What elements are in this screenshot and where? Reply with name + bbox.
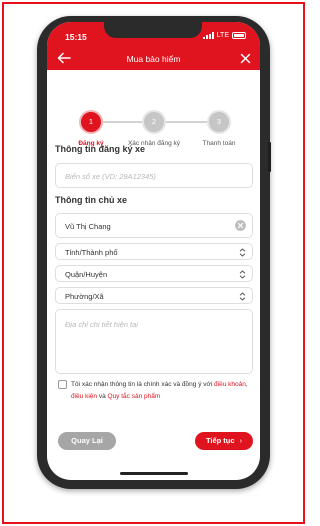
product-rules-link[interactable]: Quy tắc sản phẩm xyxy=(108,393,161,400)
consent-separator: , xyxy=(245,381,248,388)
page-title: Mua bảo hiểm xyxy=(126,54,181,64)
chevron-up-down-icon xyxy=(239,248,246,257)
consent-checkbox[interactable] xyxy=(58,380,67,389)
battery-icon xyxy=(232,32,246,39)
continue-button[interactable]: Tiếp tục › xyxy=(195,432,253,450)
consent-text-part: Tôi xác nhận thông tin là chính xác và đ… xyxy=(71,381,215,388)
consent-text: Tôi xác nhận thông tin là chính xác và đ… xyxy=(71,379,253,403)
province-select-value: Tỉnh/Thành phố xyxy=(65,248,118,257)
back-button-label: Quay Lại xyxy=(71,436,103,445)
license-plate-placeholder: Biển số xe (VD: 29A12345) xyxy=(65,172,156,181)
step-3-label: Thanh toán xyxy=(202,140,236,147)
consent-separator: và xyxy=(97,393,108,400)
status-bar: 15:15 LTE xyxy=(47,22,260,47)
license-plate-input[interactable]: Biển số xe (VD: 29A12345) xyxy=(55,163,253,188)
network-label: LTE xyxy=(216,32,229,39)
step-connector xyxy=(103,121,143,123)
continue-button-label: Tiếp tục xyxy=(205,436,235,445)
conditions-link[interactable]: điều kiện xyxy=(71,393,97,400)
status-time: 15:15 xyxy=(65,32,87,42)
chevron-right-icon: › xyxy=(239,436,243,445)
step-1-circle: 1 xyxy=(79,110,103,134)
app-header: Mua bảo hiểm xyxy=(47,47,260,70)
step-3-circle: 3 xyxy=(207,110,231,134)
ward-select[interactable]: Phường/Xã xyxy=(55,287,253,304)
step-connector xyxy=(165,121,207,123)
back-button[interactable]: Quay Lại xyxy=(58,432,116,450)
phone-side-button xyxy=(268,142,271,172)
phone-notch xyxy=(104,22,202,38)
owner-name-value: Vũ Thị Chang xyxy=(65,222,111,231)
province-select[interactable]: Tỉnh/Thành phố xyxy=(55,243,253,260)
owner-name-input[interactable]: Vũ Thị Chang xyxy=(55,213,253,238)
district-select[interactable]: Quận/Huyện xyxy=(55,265,253,282)
chevron-up-down-icon xyxy=(239,270,246,279)
address-placeholder: Địa chỉ chi tiết hiện tại xyxy=(65,320,138,329)
step-2-circle: 2 xyxy=(142,110,166,134)
chevron-up-down-icon xyxy=(239,292,246,301)
vehicle-section-title: Thông tin đăng ký xe xyxy=(55,144,146,154)
status-indicators: LTE xyxy=(202,32,246,39)
address-textarea[interactable]: Địa chỉ chi tiết hiện tại xyxy=(55,309,253,374)
ward-select-value: Phường/Xã xyxy=(65,292,104,301)
home-indicator xyxy=(120,472,188,475)
signal-icon xyxy=(202,32,214,39)
terms-link[interactable]: điều khoản xyxy=(214,381,246,388)
clear-icon[interactable] xyxy=(235,220,246,231)
owner-section-title: Thông tin chủ xe xyxy=(55,195,127,205)
close-icon[interactable] xyxy=(240,53,251,64)
district-select-value: Quận/Huyện xyxy=(65,270,108,279)
phone-screen: 15:15 LTE Mua bảo hiểm 1 2 3 Đăng ký Xác… xyxy=(47,22,260,480)
